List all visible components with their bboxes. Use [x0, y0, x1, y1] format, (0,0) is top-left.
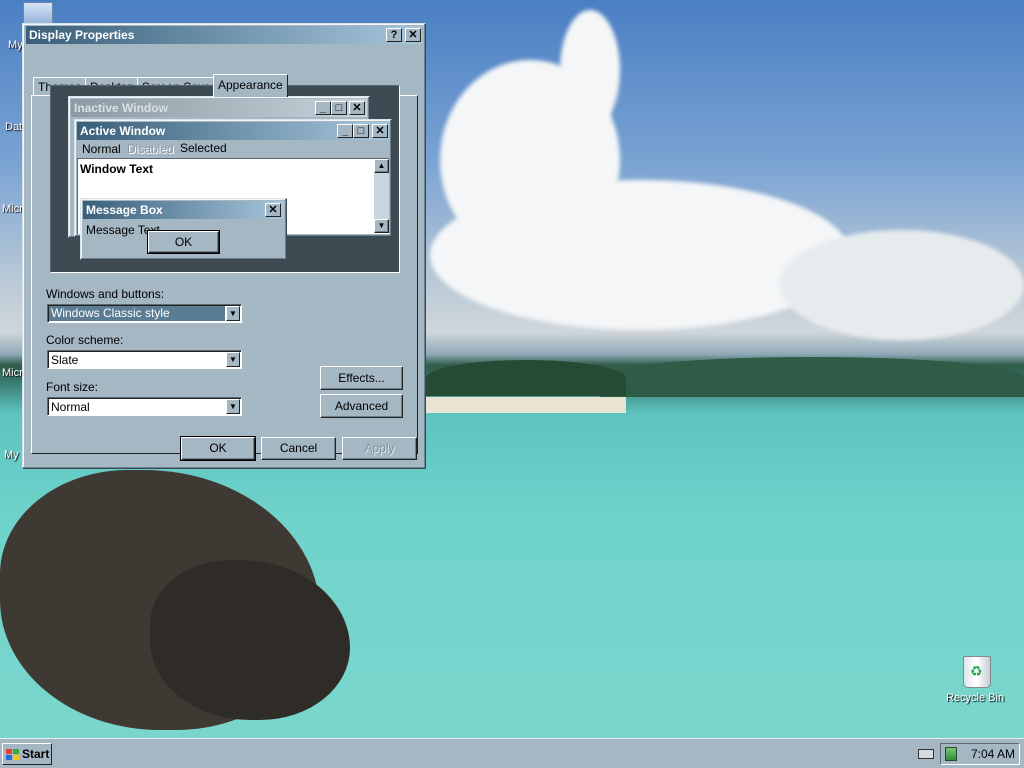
- desktop-icon-label[interactable]: My: [8, 39, 23, 51]
- display-properties-dialog: Display Properties ? ✕ Themes Desktop Sc…: [22, 23, 426, 469]
- preview-scrollbar: ▲ ▼: [374, 159, 389, 233]
- recycle-bin-label: Recycle Bin: [946, 692, 1005, 704]
- cloud: [430, 180, 850, 330]
- scroll-up-icon: ▲: [374, 159, 389, 173]
- recycle-bin[interactable]: Recycle Bin: [946, 656, 1008, 704]
- menu-normal: Normal: [82, 142, 121, 156]
- window-text: Window Text: [80, 162, 153, 176]
- msgbox-title: Message Box: [86, 203, 163, 217]
- windows-buttons-select[interactable]: Windows Classic style ▼: [47, 304, 242, 323]
- cloud: [560, 10, 620, 130]
- beach-sand: [426, 397, 626, 413]
- maximize-icon: □: [331, 101, 347, 115]
- dialog-title: Display Properties: [29, 28, 135, 42]
- active-window-title: Active Window: [80, 124, 166, 138]
- chevron-down-icon[interactable]: ▼: [226, 399, 240, 414]
- maximize-icon: □: [353, 124, 369, 138]
- desktop-icon-label[interactable]: My: [4, 449, 19, 461]
- windows-buttons-value: Windows Classic style: [49, 306, 225, 321]
- font-size-label: Font size:: [46, 380, 99, 394]
- appearance-preview: Inactive Window _ □ ✕ Active Window _ □ …: [50, 85, 400, 273]
- minimize-icon: _: [315, 101, 331, 115]
- recycle-bin-icon[interactable]: [963, 656, 991, 688]
- chevron-down-icon[interactable]: ▼: [226, 306, 240, 321]
- system-tray: 7:04 AM: [940, 743, 1020, 765]
- advanced-button[interactable]: Advanced: [320, 394, 403, 418]
- desktop-icon-label[interactable]: Micr: [2, 367, 23, 379]
- clock[interactable]: 7:04 AM: [971, 747, 1015, 761]
- windows-logo-icon: [6, 748, 19, 760]
- help-button[interactable]: ?: [386, 28, 402, 42]
- network-icon[interactable]: [945, 747, 957, 761]
- dialog-titlebar[interactable]: Display Properties: [26, 26, 422, 44]
- effects-button[interactable]: Effects...: [320, 366, 403, 390]
- taskbar: Start 7:04 AM: [0, 738, 1024, 768]
- inactive-window-title: Inactive Window: [74, 101, 168, 115]
- start-button[interactable]: Start: [2, 743, 52, 765]
- desktop-icon-label[interactable]: Dat: [5, 121, 22, 133]
- minimize-icon: _: [337, 124, 353, 138]
- desktop-icon-label[interactable]: Micr: [2, 203, 23, 215]
- close-icon: ✕: [265, 203, 281, 217]
- menu-selected: Selected: [180, 141, 227, 155]
- tree-line: [426, 360, 626, 396]
- rock-formation: [150, 560, 350, 720]
- cloud: [780, 230, 1024, 340]
- scroll-down-icon: ▼: [374, 219, 389, 233]
- font-size-value: Normal: [51, 400, 90, 414]
- keyboard-icon[interactable]: [918, 749, 934, 759]
- msgbox-ok-button: OK: [147, 230, 220, 254]
- distant-hills: [600, 357, 1024, 397]
- ok-button[interactable]: OK: [180, 436, 256, 461]
- start-label: Start: [22, 747, 50, 761]
- cancel-button[interactable]: Cancel: [261, 437, 336, 460]
- menu-disabled: Disabled: [127, 142, 174, 156]
- color-scheme-value: Slate: [51, 353, 79, 367]
- close-button[interactable]: ✕: [405, 28, 421, 42]
- windows-buttons-label: Windows and buttons:: [46, 287, 165, 301]
- close-icon: ✕: [349, 101, 365, 115]
- color-scheme-label: Color scheme:: [46, 333, 124, 347]
- color-scheme-select[interactable]: Slate ▼: [47, 350, 242, 369]
- chevron-down-icon[interactable]: ▼: [226, 352, 240, 367]
- close-icon: ✕: [372, 124, 388, 138]
- msgbox-titlebar: Message Box: [83, 201, 284, 219]
- preview-message-box: Message Box ✕ Message Text OK: [80, 198, 287, 260]
- font-size-select[interactable]: Normal ▼: [47, 397, 242, 416]
- apply-button[interactable]: Apply: [342, 437, 417, 460]
- tab-appearance[interactable]: Appearance: [213, 74, 288, 97]
